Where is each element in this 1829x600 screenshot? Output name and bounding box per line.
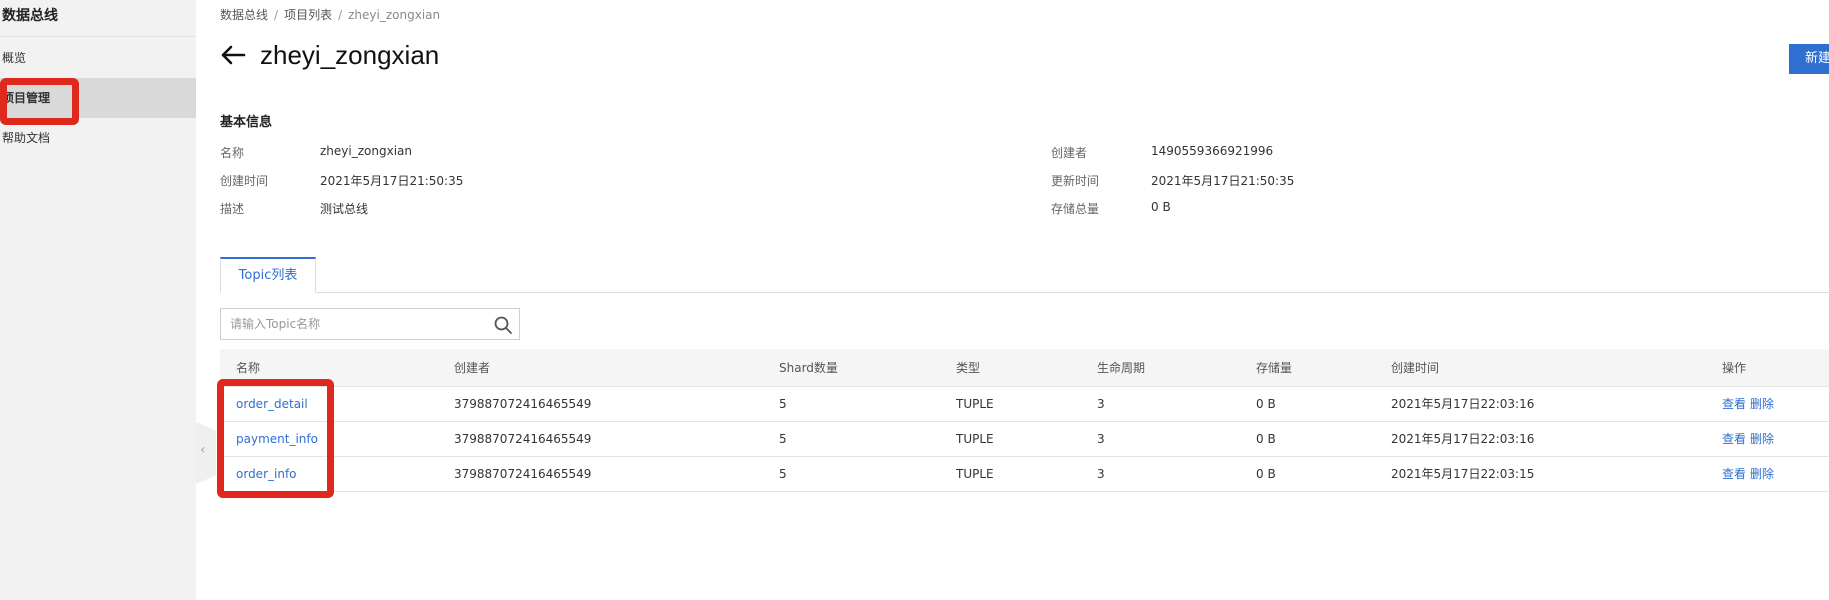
back-arrow-icon[interactable] — [220, 44, 246, 66]
search-icon[interactable] — [493, 315, 513, 335]
info-value-description: 测试总线 — [320, 202, 369, 216]
column-header-name[interactable]: 名称 — [236, 349, 260, 387]
tab-topic-list[interactable]: Topic列表 — [220, 257, 316, 293]
info-label-updated-time: 更新时间 — [1051, 174, 1100, 188]
cell-storage: 0 B — [1256, 397, 1276, 411]
view-link[interactable]: 查看 — [1722, 457, 1746, 492]
column-header-creator[interactable]: 创建者 — [454, 349, 490, 387]
info-label-created-time: 创建时间 — [220, 174, 269, 188]
chevron-left-icon: ‹ — [200, 442, 206, 458]
cell-created-time: 2021年5月17日22:03:15 — [1391, 467, 1535, 481]
table-row: order_detail 379887072416465549 5 TUPLE … — [220, 387, 1829, 422]
topic-name-link[interactable]: order_detail — [236, 387, 308, 422]
sidebar-item-help-docs[interactable]: 帮助文档 — [0, 118, 196, 158]
cell-creator: 379887072416465549 — [454, 432, 592, 446]
breadcrumb-item-databus[interactable]: 数据总线 — [220, 8, 268, 22]
cell-shards: 5 — [779, 467, 787, 481]
info-label-total-storage: 存储总量 — [1051, 202, 1100, 216]
delete-link[interactable]: 删除 — [1750, 387, 1774, 422]
cell-type: TUPLE — [956, 397, 994, 411]
page-title: zheyi_zongxian — [260, 40, 440, 70]
cell-type: TUPLE — [956, 432, 994, 446]
delete-link[interactable]: 删除 — [1750, 457, 1774, 492]
sidebar-divider — [0, 36, 196, 37]
view-link[interactable]: 查看 — [1722, 422, 1746, 457]
column-header-type[interactable]: 类型 — [956, 349, 980, 387]
delete-link[interactable]: 删除 — [1750, 422, 1774, 457]
breadcrumb-separator: / — [338, 8, 343, 22]
cell-creator: 379887072416465549 — [454, 467, 592, 481]
topic-name-link[interactable]: order_info — [236, 457, 297, 492]
breadcrumb-item-current: zheyi_zongxian — [348, 8, 441, 22]
cell-lifecycle: 3 — [1097, 432, 1105, 446]
column-header-storage[interactable]: 存储量 — [1256, 349, 1292, 387]
sidebar-collapse-toggle[interactable]: ‹ — [196, 422, 216, 484]
table-row: order_info 379887072416465549 5 TUPLE 3 … — [220, 457, 1829, 492]
column-header-created-time[interactable]: 创建时间 — [1391, 349, 1439, 387]
cell-storage: 0 B — [1256, 467, 1276, 481]
info-value-created-time: 2021年5月17日21:50:35 — [320, 174, 464, 188]
column-header-actions: 操作 — [1722, 361, 1747, 375]
topic-search — [220, 308, 520, 340]
view-link[interactable]: 查看 — [1722, 387, 1746, 422]
topic-search-input[interactable] — [221, 309, 487, 339]
tab-bar-divider — [220, 292, 1829, 293]
info-label-description: 描述 — [220, 202, 245, 216]
info-value-total-storage: 0 B — [1151, 200, 1171, 214]
info-value-name: zheyi_zongxian — [320, 144, 412, 158]
breadcrumb-separator: / — [274, 8, 279, 22]
table-header: 名称 创建者 Shard数量 类型 生命周期 存储量 创建时间 操作 — [220, 349, 1829, 387]
info-value-creator: 1490559366921996 — [1151, 144, 1274, 158]
cell-shards: 5 — [779, 432, 787, 446]
cell-shards: 5 — [779, 397, 787, 411]
sidebar-title: 数据总线 — [2, 8, 58, 24]
info-label-creator: 创建者 — [1051, 146, 1088, 160]
sidebar-item-project-management[interactable]: 项目管理 — [0, 78, 196, 118]
breadcrumb-item-project-list[interactable]: 项目列表 — [284, 8, 332, 22]
cell-type: TUPLE — [956, 467, 994, 481]
cell-creator: 379887072416465549 — [454, 397, 592, 411]
topic-name-link[interactable]: payment_info — [236, 422, 318, 457]
cell-storage: 0 B — [1256, 432, 1276, 446]
cell-created-time: 2021年5月17日22:03:16 — [1391, 397, 1535, 411]
breadcrumb: 数据总线 / 项目列表 / zheyi_zongxian — [220, 6, 440, 23]
cell-created-time: 2021年5月17日22:03:16 — [1391, 432, 1535, 446]
info-label-name: 名称 — [220, 146, 245, 160]
new-button[interactable]: 新建 — [1789, 44, 1829, 74]
column-header-lifecycle[interactable]: 生命周期 — [1097, 349, 1145, 387]
basic-info-title: 基本信息 — [220, 115, 273, 130]
info-value-updated-time: 2021年5月17日21:50:35 — [1151, 174, 1295, 188]
table-row: payment_info 379887072416465549 5 TUPLE … — [220, 422, 1829, 457]
cell-lifecycle: 3 — [1097, 397, 1105, 411]
sidebar: 数据总线 概览 项目管理 帮助文档 — [0, 0, 196, 600]
column-header-shards[interactable]: Shard数量 — [779, 349, 838, 387]
main-content: 数据总线 / 项目列表 / zheyi_zongxian zheyi_zongxian … — [220, 0, 1829, 600]
sidebar-item-overview[interactable]: 概览 — [0, 38, 196, 78]
cell-lifecycle: 3 — [1097, 467, 1105, 481]
